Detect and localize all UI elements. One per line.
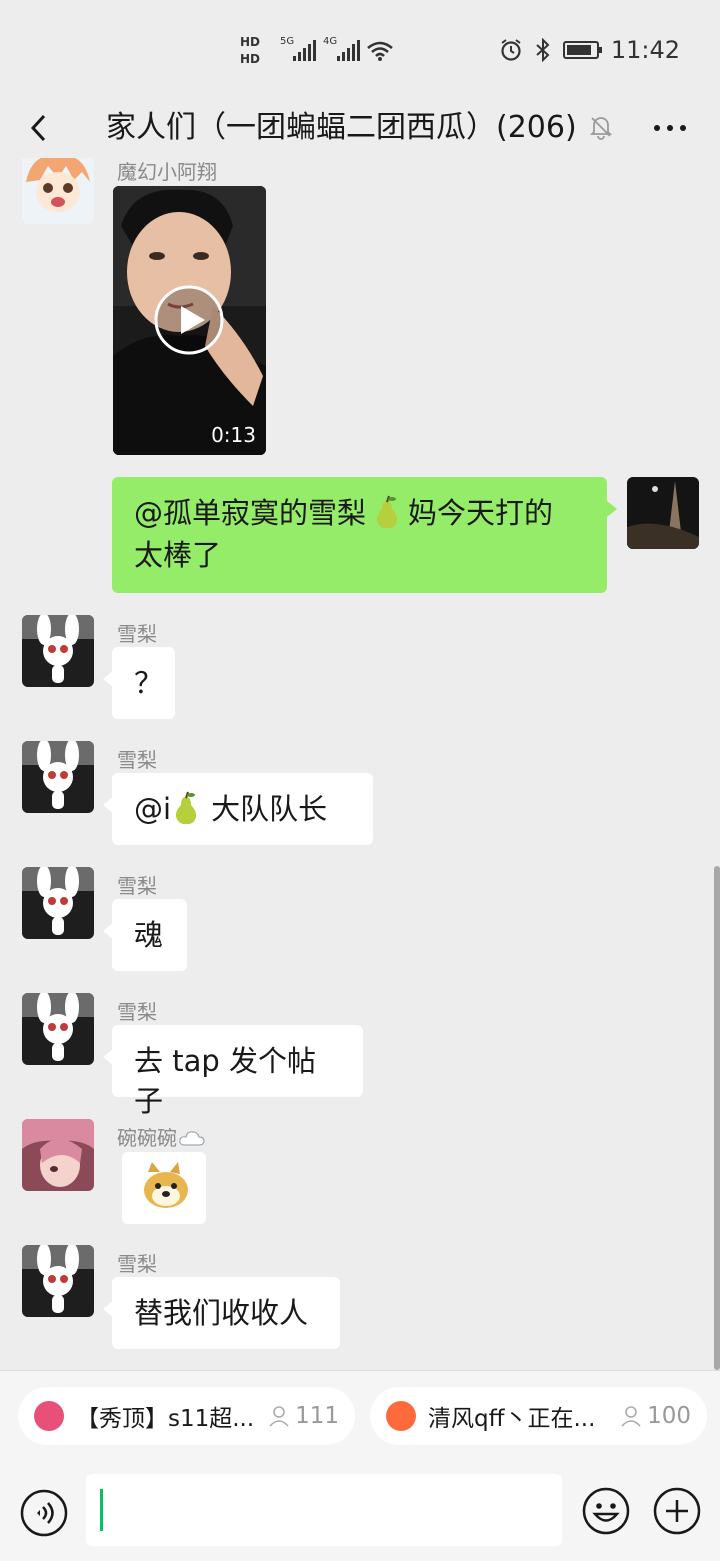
emoji-icon[interactable] bbox=[582, 1487, 630, 1535]
avatar-bunny[interactable] bbox=[22, 741, 94, 813]
chat-title: 家人们（一团蝙蝠二团西瓜）(206) bbox=[106, 110, 577, 145]
hd-indicator: HD HD bbox=[240, 34, 260, 68]
play-icon[interactable] bbox=[153, 284, 225, 356]
person-icon bbox=[621, 1406, 641, 1427]
bluetooth-icon bbox=[536, 38, 550, 62]
sender-name: 雪梨 bbox=[117, 622, 157, 646]
network-5g-label: 5G bbox=[280, 36, 295, 47]
message-bubble[interactable]: 魂 bbox=[103, 899, 187, 971]
sender-name: 雪梨 bbox=[117, 874, 157, 898]
viewer-count: 111 bbox=[267, 1403, 339, 1429]
signal-2-icon bbox=[337, 40, 360, 61]
plus-icon[interactable] bbox=[653, 1487, 701, 1535]
text-caret bbox=[100, 1489, 103, 1531]
live-room-pill-2[interactable]: 清风qff丶正在... 100 bbox=[370, 1387, 707, 1445]
video-duration: 0:13 bbox=[211, 423, 256, 447]
message-text: 替我们收收人 bbox=[134, 1296, 309, 1330]
wifi-icon bbox=[367, 41, 393, 61]
sender-name-text: 碗碗碗 bbox=[117, 1126, 177, 1150]
outgoing-message-bubble[interactable]: @孤单寂寞的雪梨 妈今天打的 太棒了 bbox=[112, 477, 617, 593]
live-channel-icon bbox=[386, 1401, 416, 1431]
live-channel-icon bbox=[34, 1401, 64, 1431]
message-text: 魂 bbox=[134, 918, 164, 952]
avatar-bunny[interactable] bbox=[22, 867, 94, 939]
sticker-message[interactable] bbox=[122, 1152, 206, 1224]
message-text: 大队队长 bbox=[211, 792, 328, 826]
clock-time: 11:42 bbox=[610, 36, 680, 64]
avatar-bunny[interactable] bbox=[22, 993, 94, 1065]
viewer-count-value: 111 bbox=[295, 1403, 339, 1429]
pear-emoji-icon bbox=[376, 495, 398, 529]
scrollbar-thumb[interactable] bbox=[714, 866, 720, 1370]
voice-input-icon[interactable] bbox=[20, 1489, 68, 1537]
viewer-count-value: 100 bbox=[647, 1403, 691, 1429]
avatar-anime-girl[interactable] bbox=[22, 158, 94, 224]
doge-sticker-icon bbox=[144, 1162, 188, 1208]
live-room-pill-1[interactable]: 【秀顶】s11超... 111 bbox=[18, 1387, 355, 1445]
message-input[interactable] bbox=[86, 1474, 562, 1546]
network-4g-label: 4G bbox=[323, 36, 338, 47]
chat-header: 家人们（一团蝙蝠二团西瓜）(206) bbox=[0, 100, 720, 158]
viewer-count: 100 bbox=[619, 1403, 691, 1429]
outgoing-text-line2: 太棒了 bbox=[134, 538, 222, 572]
message-bubble[interactable]: @i 大队队长 bbox=[103, 773, 373, 845]
bottom-panel: 【秀顶】s11超... 111 清风qff丶正在... 100 bbox=[0, 1370, 720, 1561]
sender-name: 雪梨 bbox=[117, 748, 157, 772]
alarm-icon bbox=[501, 39, 521, 61]
avatar-pink-hair[interactable] bbox=[22, 1119, 94, 1191]
live-room-title: 【秀顶】s11超... bbox=[76, 1406, 255, 1432]
cloud-emoji-icon bbox=[179, 1131, 205, 1146]
outgoing-text: 妈今天打的 bbox=[408, 496, 554, 530]
avatar-bunny[interactable] bbox=[22, 615, 94, 687]
avatar-bunny[interactable] bbox=[22, 1245, 94, 1317]
mute-bell-icon bbox=[589, 117, 613, 140]
person-icon bbox=[269, 1406, 289, 1427]
mention-text: @孤单寂寞的雪梨 bbox=[134, 496, 367, 530]
more-options-icon[interactable] bbox=[648, 114, 692, 140]
back-arrow-icon[interactable] bbox=[20, 106, 60, 150]
sender-name: 雪梨 bbox=[117, 1000, 157, 1024]
sender-name: 魔幻小阿翔 bbox=[117, 160, 217, 184]
avatar-self-eiffel[interactable] bbox=[627, 477, 699, 549]
hd1-label: HD bbox=[240, 35, 261, 49]
sender-name: 碗碗碗 bbox=[117, 1122, 205, 1151]
live-room-title: 清风qff丶正在... bbox=[428, 1406, 596, 1432]
message-text: ？ bbox=[134, 666, 164, 700]
signal-1-icon bbox=[293, 40, 316, 61]
message-bubble[interactable]: 替我们收收人 bbox=[103, 1277, 340, 1349]
hd2-label: HD bbox=[240, 52, 261, 66]
video-message[interactable]: 0:13 bbox=[113, 186, 266, 455]
chat-message-list[interactable]: 魔幻小阿翔 0:13 @孤单寂寞的雪梨 妈今天打的 太棒了 雪梨 ？ 雪梨 @i… bbox=[0, 158, 720, 1370]
message-bubble[interactable]: ？ bbox=[103, 647, 175, 719]
message-bubble[interactable]: 去 tap 发个帖子 bbox=[103, 1025, 363, 1118]
message-text: 去 tap 发个帖子 bbox=[134, 1044, 316, 1118]
pear-emoji-icon bbox=[175, 791, 197, 825]
battery-icon bbox=[562, 41, 602, 59]
sender-name: 雪梨 bbox=[117, 1252, 157, 1276]
status-bar: HD HD 5G 4G 11:42 bbox=[0, 0, 720, 100]
mention-prefix: @i bbox=[134, 792, 172, 826]
